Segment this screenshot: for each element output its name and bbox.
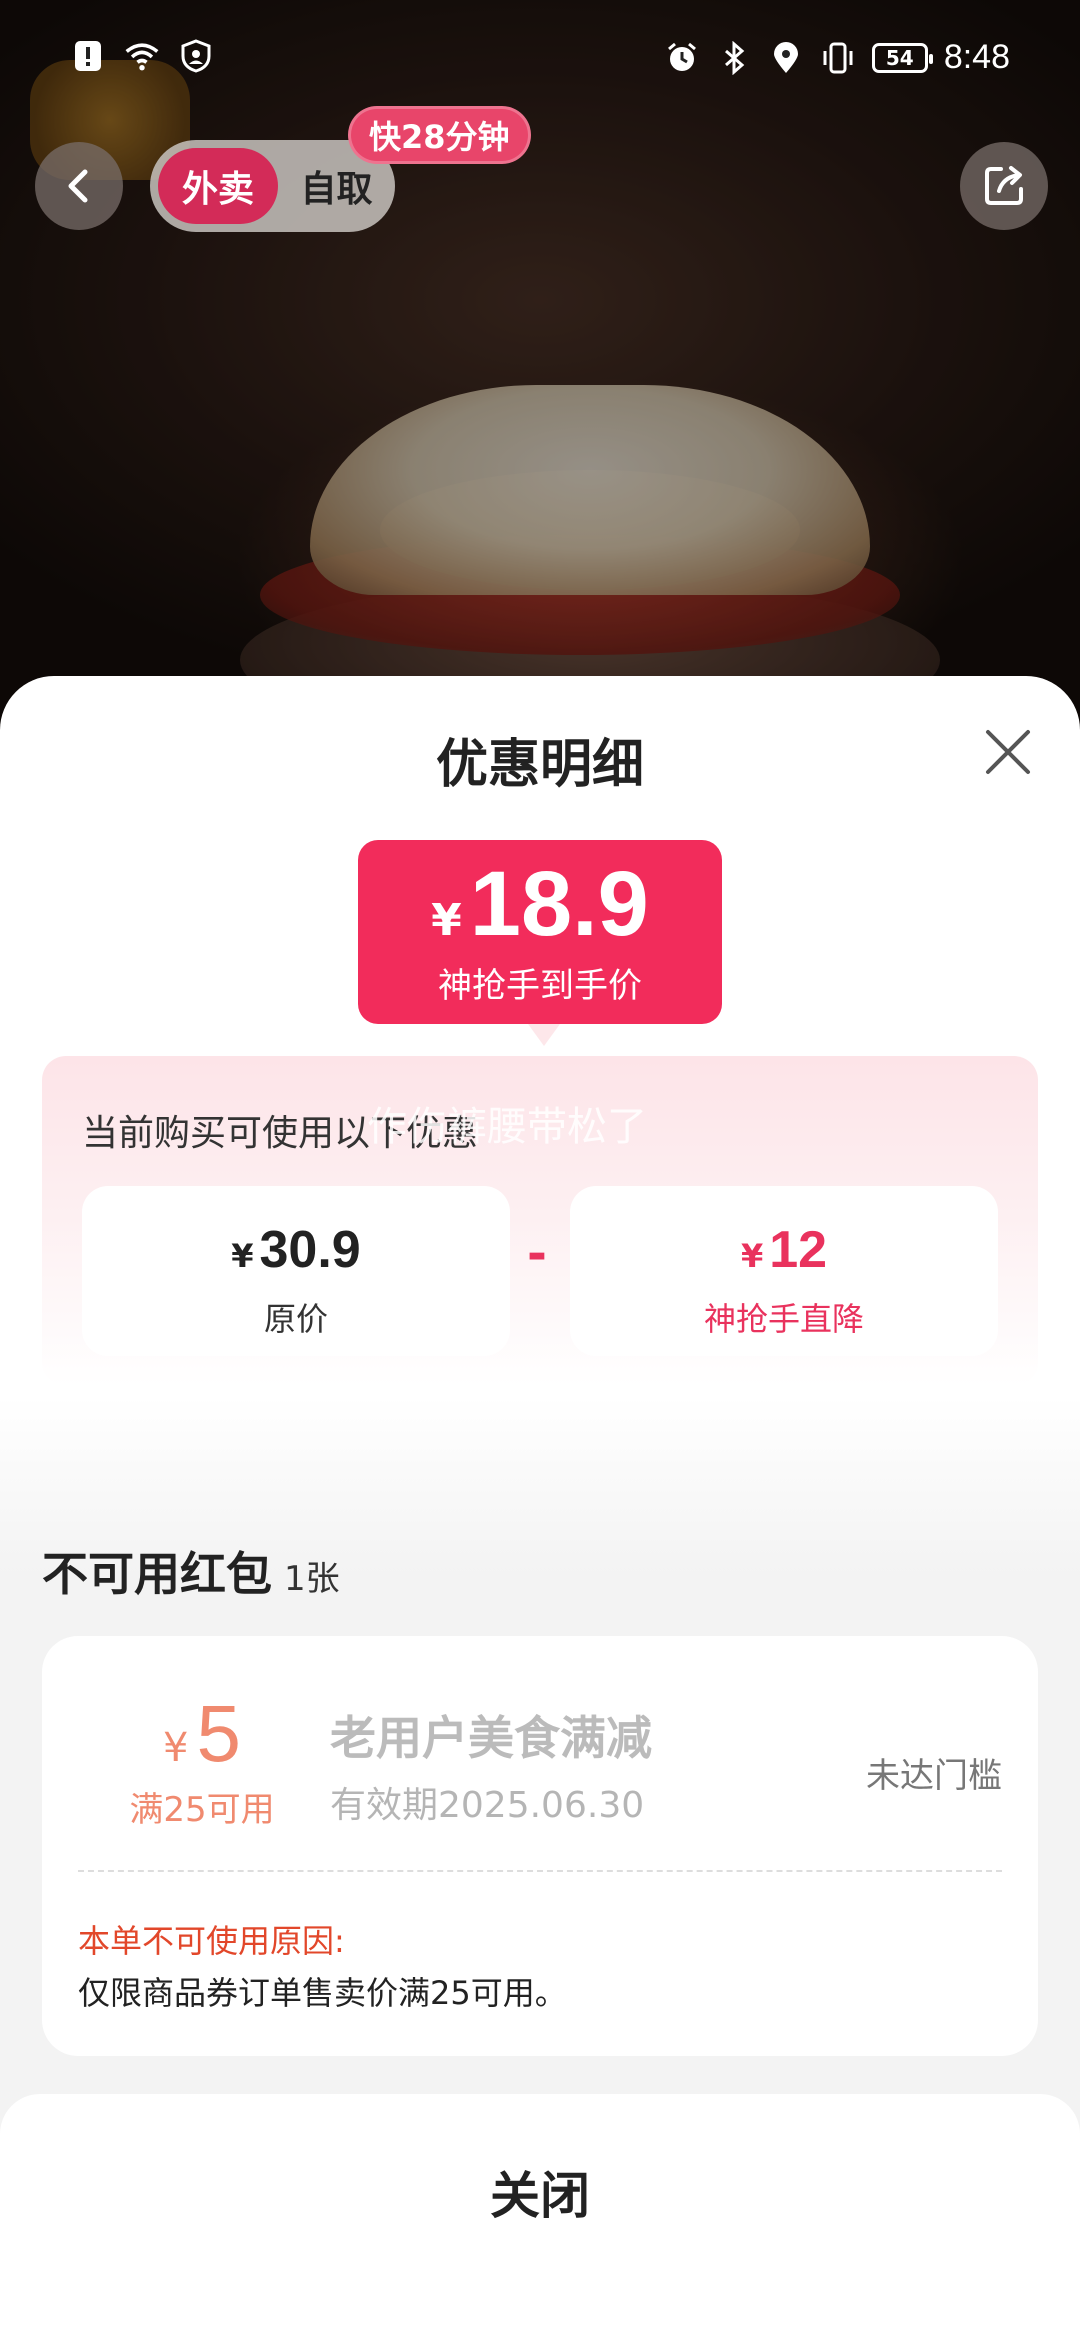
coupon-divider (78, 1870, 1002, 1872)
unavailable-coupons-title: 不可用红包 (42, 1547, 272, 1601)
minus-operator: - (527, 1226, 547, 1282)
back-button[interactable] (35, 142, 123, 230)
mode-delivery-tab[interactable]: 外卖 (158, 148, 278, 224)
coupon-value: 5 (196, 1689, 241, 1778)
unavailable-coupons-count: 1张 (284, 1559, 340, 1599)
discount-detail-sheet: 优惠明细 ¥ 18.9 神抢手到手价 当前购买可使用以下优惠 作伤裤腰带松了 ¥… (0, 676, 1080, 2340)
shield-icon (178, 38, 214, 74)
promo-panel: 当前购买可使用以下优惠 作伤裤腰带松了 ¥ 30.9 原价 - ¥ 12 神抢手… (42, 1056, 1038, 1386)
sheet-title: 优惠明细 (435, 735, 644, 795)
coupon-condition: 满25可用 (129, 1790, 275, 1830)
status-bar: 54 8:48 (0, 0, 1080, 120)
battery-icon: 54 (871, 42, 933, 73)
final-price-value: 18.9 (469, 853, 649, 955)
original-price-currency: ¥ (231, 1237, 254, 1275)
original-price-box: ¥ 30.9 原价 (82, 1186, 510, 1356)
coupon-currency: ¥ (163, 1725, 189, 1771)
bottom-action-bar: 关闭 (0, 2094, 1080, 2340)
eta-badge: 快28分钟 (348, 106, 531, 164)
coupon-card[interactable]: ¥ 5 满25可用 老用户美食满减 有效期2025.06.30 未达门槛 本单不… (42, 1636, 1038, 2056)
coupon-reason: 仅限商品券订单售卖价满25可用。 (78, 1974, 567, 2012)
final-price-card: ¥ 18.9 神抢手到手价 (358, 840, 722, 1046)
chevron-left-icon (68, 169, 88, 203)
original-price-value: 30.9 (259, 1221, 361, 1279)
coupon-name: 老用户美食满减 (330, 1711, 652, 1765)
coupon-reason-title: 本单不可使用原因: (78, 1922, 345, 1960)
unavailable-coupons-heading: 不可用红包 1张 (42, 1538, 340, 1604)
alert-icon (70, 38, 106, 74)
close-icon[interactable] (982, 726, 1034, 778)
wifi-icon (124, 38, 160, 74)
share-button[interactable] (960, 142, 1048, 230)
bluetooth-icon (716, 40, 752, 76)
discount-value: 12 (769, 1221, 828, 1279)
location-icon (768, 40, 804, 76)
original-price-label: 原价 (263, 1300, 328, 1338)
discount-currency: ¥ (740, 1237, 764, 1275)
discount-box: ¥ 12 神抢手直降 (570, 1186, 998, 1356)
final-price-label: 神抢手到手价 (438, 966, 642, 1006)
close-button[interactable]: 关闭 (0, 2156, 1080, 2228)
alarm-icon (664, 40, 700, 76)
vibrate-icon (820, 40, 856, 76)
final-price-currency: ¥ (431, 895, 462, 946)
watermark-text: 作伤裤腰带松了 (367, 1104, 647, 1150)
mode-pickup-tab[interactable]: 自取 (278, 160, 395, 212)
coupon-validity: 有效期2025.06.30 (330, 1785, 645, 1826)
coupon-amount: ¥ 5 满25可用 (82, 1688, 322, 1831)
share-icon (985, 166, 1023, 205)
coupon-status: 未达门槛 (866, 1756, 1002, 1796)
status-time: 8:48 (943, 38, 1010, 76)
discount-label: 神抢手直降 (703, 1300, 864, 1338)
